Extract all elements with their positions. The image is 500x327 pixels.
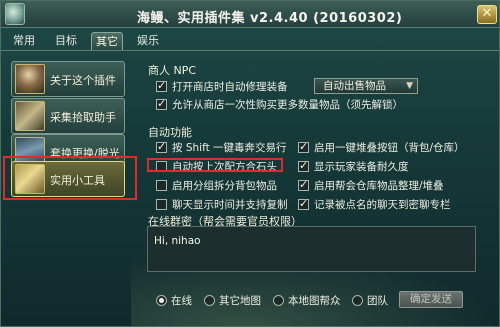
app-logo-icon — [5, 3, 25, 25]
tab-target[interactable]: 目标 — [51, 32, 81, 50]
tab-common[interactable]: 常用 — [9, 32, 39, 50]
window-title: 海鳗、实用插件集 v2.4.40 (20160302) — [137, 11, 403, 26]
whisper-log-label: 记录被点名的聊天到密聊专栏 — [314, 198, 451, 211]
durability-option[interactable]: 显示玩家装备耐久度 — [298, 159, 409, 173]
avatar-icon — [15, 64, 45, 94]
sidebar-item-label: 采集拾取助手 — [50, 111, 116, 124]
chat-time-label: 聊天显示时间并支持复制 — [172, 198, 288, 211]
radio-team-button[interactable] — [352, 294, 363, 306]
chat-time-option[interactable]: 聊天显示时间并支持复制 — [156, 197, 288, 211]
bag-icon — [15, 101, 45, 131]
group-message-input[interactable]: Hi, nihao — [147, 226, 476, 272]
plugin-window: 海鳗、实用插件集 v2.4.40 (20160302) ✕ 常用 目标 其它 娱… — [0, 0, 500, 327]
radio-other-map[interactable]: 其它地图 — [204, 293, 261, 307]
sell-items-dropdown[interactable]: 自动出售物品 ▼ — [314, 78, 418, 94]
highlight-box — [147, 158, 283, 172]
chat-time-checkbox[interactable] — [156, 198, 167, 210]
split-items-option[interactable]: 启用分组拆分背包物品 — [156, 178, 277, 192]
shift-auction-option[interactable]: 按 Shift 一键毒奔交易行 — [156, 140, 287, 154]
tab-divider — [1, 50, 499, 51]
bulk-buy-label: 允许从商店一次性购买更多数量物品（须先解锁） — [172, 98, 403, 111]
radio-online-label: 在线 — [171, 294, 192, 307]
whisper-log-checkbox[interactable] — [298, 197, 309, 210]
send-button[interactable]: 确定发送 — [399, 291, 463, 308]
radio-online[interactable]: 在线 — [156, 293, 192, 307]
whisper-log-option[interactable]: 记录被点名的聊天到密聊专栏 — [298, 197, 451, 211]
durability-checkbox[interactable] — [298, 159, 309, 172]
bulk-buy-checkbox[interactable] — [156, 97, 167, 110]
radio-other-map-label: 其它地图 — [219, 294, 261, 307]
tab-other[interactable]: 其它 — [91, 32, 123, 50]
radio-other-map-button[interactable] — [204, 294, 215, 306]
shift-auction-label: 按 Shift 一键毒奔交易行 — [172, 141, 287, 154]
stack-button-checkbox[interactable] — [298, 140, 309, 153]
sidebar-item-gather[interactable]: 采集拾取助手 — [11, 98, 125, 134]
group-message-text: Hi, nihao — [154, 235, 201, 247]
radio-local-guild-button[interactable] — [273, 294, 284, 306]
auto-repair-label: 打开商店时自动修理装备 — [172, 80, 288, 93]
bulk-buy-option[interactable]: 允许从商店一次性购买更多数量物品（须先解锁） — [156, 97, 403, 111]
shift-auction-checkbox[interactable] — [156, 140, 167, 153]
stack-button-option[interactable]: 启用一键堆叠按钮（背包/仓库） — [298, 140, 465, 154]
radio-team[interactable]: 团队 — [352, 293, 388, 307]
split-items-label: 启用分组拆分背包物品 — [172, 179, 277, 192]
radio-local-guild-label: 本地图帮众 — [288, 294, 341, 307]
npc-section-title: 商人 NPC — [148, 64, 197, 77]
selected-highlight — [3, 156, 137, 200]
sidebar-item-about[interactable]: 关于这个插件 — [11, 61, 125, 97]
tab-entertainment[interactable]: 娱乐 — [133, 32, 163, 50]
radio-local-guild[interactable]: 本地图帮众 — [273, 293, 341, 307]
auto-repair-checkbox[interactable] — [156, 79, 167, 92]
radio-online-button[interactable] — [156, 294, 167, 306]
auto-repair-option[interactable]: 打开商店时自动修理装备 — [156, 79, 288, 93]
guild-bank-checkbox[interactable] — [298, 178, 309, 191]
close-button[interactable]: ✕ — [477, 5, 497, 24]
split-items-checkbox[interactable] — [156, 179, 167, 191]
stack-button-label: 启用一键堆叠按钮（背包/仓库） — [314, 141, 465, 154]
auto-section-title: 自动功能 — [148, 126, 192, 139]
title-bar[interactable]: 海鳗、实用插件集 v2.4.40 (20160302) ✕ — [1, 1, 499, 28]
sell-items-value: 自动出售物品 — [323, 80, 386, 92]
durability-label: 显示玩家装备耐久度 — [314, 160, 409, 173]
chevron-down-icon: ▼ — [406, 81, 413, 91]
radio-team-label: 团队 — [367, 294, 388, 307]
guild-bank-option[interactable]: 启用帮会仓库物品整理/堆叠 — [298, 178, 444, 192]
sidebar-item-label: 关于这个插件 — [50, 74, 116, 87]
guild-bank-label: 启用帮会仓库物品整理/堆叠 — [314, 179, 444, 192]
